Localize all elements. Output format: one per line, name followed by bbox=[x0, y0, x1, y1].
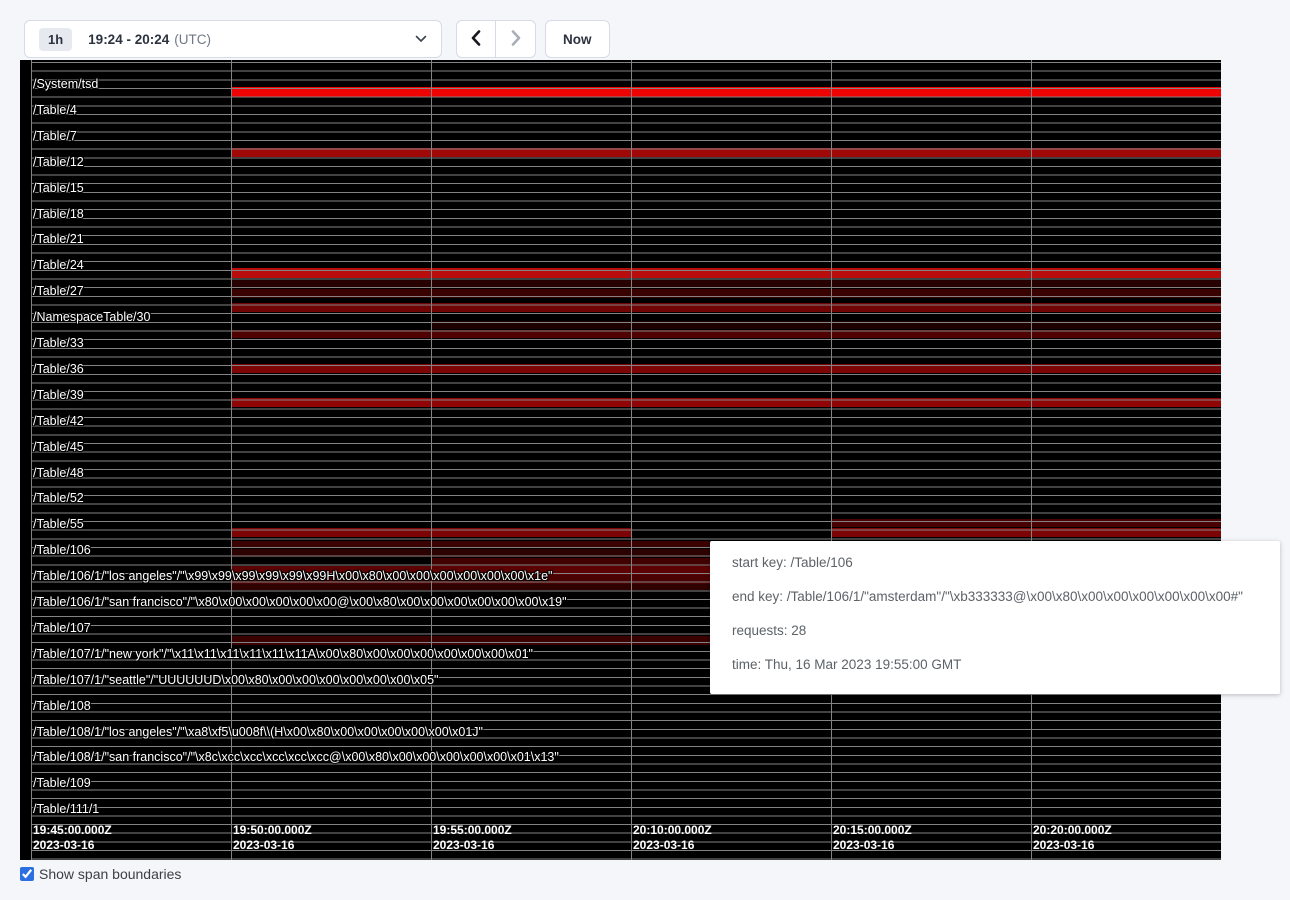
row-label: /Table/24 bbox=[33, 258, 84, 272]
heat-band[interactable] bbox=[431, 321, 1221, 329]
row-label: /Table/107/1/"new york"/"\x11\x11\x11\x1… bbox=[33, 647, 533, 661]
time-range-picker[interactable]: 1h 19:24 - 20:24 (UTC) bbox=[24, 20, 442, 58]
step-back-button[interactable] bbox=[456, 20, 496, 58]
heat-band[interactable] bbox=[231, 398, 1221, 407]
time-axis-label: 20:10:00.000Z2023-03-16 bbox=[633, 823, 712, 853]
row-label: /Table/27 bbox=[33, 284, 84, 298]
row-label: /Table/15 bbox=[33, 181, 84, 195]
chevron-left-icon bbox=[471, 30, 481, 49]
step-forward-button[interactable] bbox=[496, 20, 536, 58]
row-label: /NamespaceTable/30 bbox=[33, 310, 150, 324]
span-boundaries-label[interactable]: Show span boundaries bbox=[39, 866, 181, 882]
row-label: /Table/107 bbox=[33, 621, 91, 635]
row-label: /Table/12 bbox=[33, 155, 84, 169]
row-label: /Table/18 bbox=[33, 207, 84, 221]
heat-band[interactable] bbox=[231, 303, 1221, 312]
row-label: /Table/108 bbox=[33, 699, 91, 713]
chevron-right-icon bbox=[511, 30, 521, 49]
time-axis-label: 20:20:00.000Z2023-03-16 bbox=[1033, 823, 1112, 853]
chevron-down-icon bbox=[415, 35, 427, 43]
heat-band[interactable] bbox=[831, 519, 1221, 527]
heat-band[interactable] bbox=[231, 528, 631, 537]
heat-band[interactable] bbox=[231, 268, 1221, 278]
row-label: /Table/106/1/"san francisco"/"\x80\x00\x… bbox=[33, 595, 567, 609]
row-label: /Table/111/1 bbox=[33, 802, 99, 816]
tooltip-requests: requests: 28 bbox=[732, 614, 1280, 648]
row-label: /System/tsd bbox=[33, 77, 98, 91]
time-window-badge: 1h bbox=[39, 28, 72, 51]
row-label: /Table/55 bbox=[33, 517, 84, 531]
time-zone-text: (UTC) bbox=[174, 32, 211, 47]
time-axis-label: 19:55:00.000Z2023-03-16 bbox=[433, 823, 512, 853]
time-axis-label: 19:50:00.000Z2023-03-16 bbox=[233, 823, 312, 853]
heat-band[interactable] bbox=[831, 528, 1221, 537]
row-label: /Table/108/1/"san francisco"/"\x8c\xcc\x… bbox=[33, 750, 559, 764]
time-axis-label: 20:15:00.000Z2023-03-16 bbox=[833, 823, 912, 853]
time-axis-label: 19:45:00.000Z2023-03-16 bbox=[33, 823, 112, 853]
tooltip-time: time: Thu, 16 Mar 2023 19:55:00 GMT bbox=[732, 648, 1280, 682]
heat-band[interactable] bbox=[231, 330, 1221, 338]
keyvis-tooltip: start key: /Table/106 end key: /Table/10… bbox=[710, 541, 1280, 694]
heat-band[interactable] bbox=[231, 148, 1221, 157]
span-boundaries-toggle: Show span boundaries bbox=[20, 866, 181, 882]
keyvis-gridlines bbox=[31, 60, 1221, 860]
row-label: /Table/45 bbox=[33, 440, 84, 454]
row-label: /Table/7 bbox=[33, 129, 77, 143]
heat-band[interactable] bbox=[231, 364, 1221, 373]
row-label: /Table/107/1/"seattle"/"UUUUUUD\x00\x80\… bbox=[33, 673, 438, 687]
row-label: /Table/36 bbox=[33, 362, 84, 376]
row-label: /Table/48 bbox=[33, 466, 84, 480]
heat-band[interactable] bbox=[231, 87, 1221, 97]
now-button[interactable]: Now bbox=[545, 20, 610, 58]
time-step-buttons bbox=[456, 20, 536, 58]
row-label: /Table/39 bbox=[33, 388, 84, 402]
row-label: /Table/33 bbox=[33, 336, 84, 350]
row-label: /Table/42 bbox=[33, 414, 84, 428]
span-boundaries-checkbox[interactable] bbox=[20, 867, 34, 881]
tooltip-end-key: end key: /Table/106/1/"amsterdam"/"\xb33… bbox=[732, 580, 1280, 614]
tooltip-start-key: start key: /Table/106 bbox=[732, 546, 1280, 580]
row-label: /Table/4 bbox=[33, 103, 77, 117]
heat-band[interactable] bbox=[231, 280, 1221, 288]
row-label: /Table/106/1/"los angeles"/"\x99\x99\x99… bbox=[33, 569, 552, 583]
row-label: /Table/52 bbox=[33, 491, 84, 505]
time-range-text: 19:24 - 20:24 bbox=[88, 32, 169, 47]
row-label: /Table/106 bbox=[33, 543, 91, 557]
keyvis-canvas[interactable]: /System/tsd/Table/4/Table/7/Table/12/Tab… bbox=[20, 60, 1221, 860]
row-label: /Table/109 bbox=[33, 776, 91, 790]
row-label: /Table/108/1/"los angeles"/"\xa8\xf5\u00… bbox=[33, 725, 483, 739]
heat-band[interactable] bbox=[231, 289, 1221, 298]
row-label: /Table/21 bbox=[33, 232, 84, 246]
